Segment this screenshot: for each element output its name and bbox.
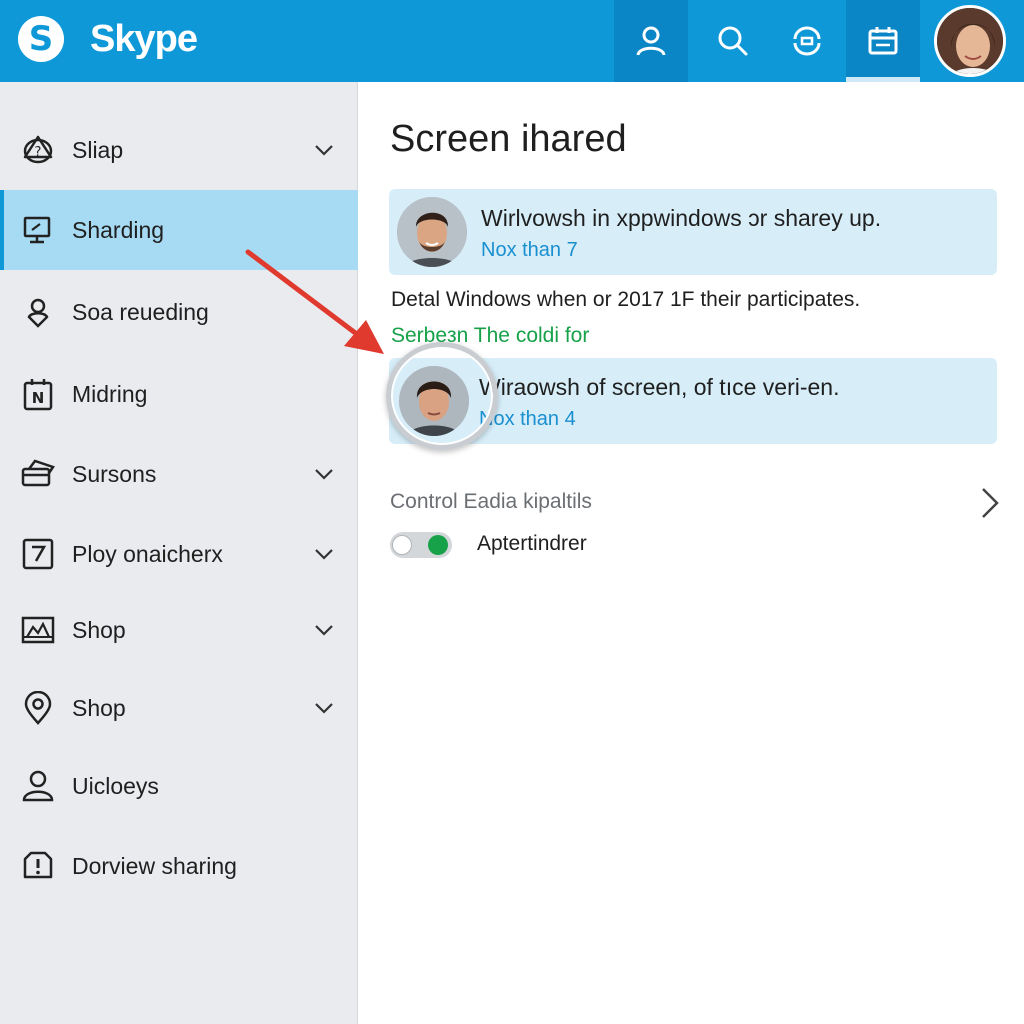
checkbox-icon: [20, 536, 56, 572]
top-bar: S Skype: [0, 0, 1024, 82]
user-portrait: [937, 8, 1003, 74]
toggle-label: Aptertindrer: [477, 532, 587, 555]
card-title: Wirlvowsh in xppwindows ɔr sharey up.: [481, 205, 882, 231]
chevron-down-icon[interactable]: [310, 694, 338, 722]
chevron-down-icon[interactable]: [310, 460, 338, 488]
sidebar-item-label: Shop: [72, 694, 126, 721]
help-bubble-icon: ?: [20, 132, 56, 168]
sidebar-item-label: Dorview sharing: [72, 852, 237, 879]
card-title: Wiraowsh of screen, of tıce veri-en.: [479, 374, 840, 400]
brand-name: Skype: [90, 18, 198, 60]
sidebar-item-label: Ploy onaicherx: [72, 540, 223, 567]
chart-icon: [20, 612, 56, 648]
sidebar: ? Sliap Sharding Soa reueding N Midring …: [0, 82, 358, 1024]
highlight-ring: [386, 342, 498, 450]
participant-portrait: [397, 197, 467, 267]
calendar-button[interactable]: [846, 0, 920, 82]
sidebar-item-sharding[interactable]: Sharding: [0, 190, 358, 270]
svg-text:?: ?: [35, 145, 42, 160]
sidebar-item-ploy-onaicherx[interactable]: Ploy onaicherx: [0, 514, 358, 594]
chevron-down-icon[interactable]: [310, 540, 338, 568]
alert-icon: [20, 848, 56, 884]
sidebar-item-label: Sliap: [72, 136, 124, 163]
sidebar-item-label: Soa reueding: [72, 298, 209, 325]
sidebar-item-uicloeys[interactable]: Uicloeys: [0, 746, 358, 826]
description-text: Detal Windows when or 2017 1F their part…: [391, 288, 861, 311]
sidebar-item-sursons[interactable]: Sursons: [0, 434, 358, 514]
svg-text:N: N: [32, 389, 45, 407]
skype-logo[interactable]: S: [18, 16, 64, 62]
sidebar-item-label: Midring: [72, 380, 148, 407]
chevron-down-icon[interactable]: [310, 616, 338, 644]
sidebar-item-dorview-sharing[interactable]: Dorview sharing: [0, 826, 358, 906]
sidebar-item-label: Sharding: [72, 216, 165, 243]
card-icon: [20, 456, 56, 492]
sidebar-item-shop[interactable]: Shop: [0, 590, 358, 670]
contacts-button[interactable]: [614, 0, 688, 82]
toggle-knob-on: [428, 535, 448, 555]
chevron-right-icon[interactable]: [974, 486, 1004, 520]
logo-letter: S: [28, 19, 54, 59]
sidebar-item-midring[interactable]: N Midring: [0, 354, 358, 434]
sidebar-item-shop-location[interactable]: Shop: [0, 668, 358, 748]
toggle-switch[interactable]: [390, 532, 452, 558]
location-icon: [20, 690, 56, 726]
user-icon: [20, 768, 56, 804]
sidebar-item-sliap[interactable]: ? Sliap: [0, 110, 358, 190]
section-label: Control Eadia kipaltils: [390, 490, 592, 513]
status-text: Serbeзn The coldi for: [391, 324, 590, 347]
card-subtitle: Nox than 7: [481, 239, 578, 261]
calendar-icon: [868, 27, 898, 55]
sidebar-item-label: Shop: [72, 616, 126, 643]
n-box-icon: N: [20, 376, 56, 412]
chevron-down-icon[interactable]: [310, 136, 338, 164]
person-icon: [636, 26, 666, 56]
pin-icon: [20, 294, 56, 330]
sidebar-item-label: Uicloeys: [72, 772, 159, 799]
screen-share-icon: [20, 212, 56, 248]
user-avatar[interactable]: [934, 5, 1006, 77]
search-button[interactable]: [696, 0, 770, 82]
shared-screen-card-1[interactable]: Wirlvowsh in xppwindows ɔr sharey up. No…: [389, 189, 997, 275]
page-title: Screen ihared: [390, 118, 627, 160]
sidebar-item-soa-reueding[interactable]: Soa reueding: [0, 272, 358, 352]
participant-avatar: [397, 197, 467, 267]
sync-icon: [793, 26, 821, 56]
sync-button[interactable]: [770, 0, 844, 82]
search-icon: [718, 26, 748, 56]
toggle-knob-off: [392, 535, 412, 555]
sidebar-item-label: Sursons: [72, 460, 157, 487]
